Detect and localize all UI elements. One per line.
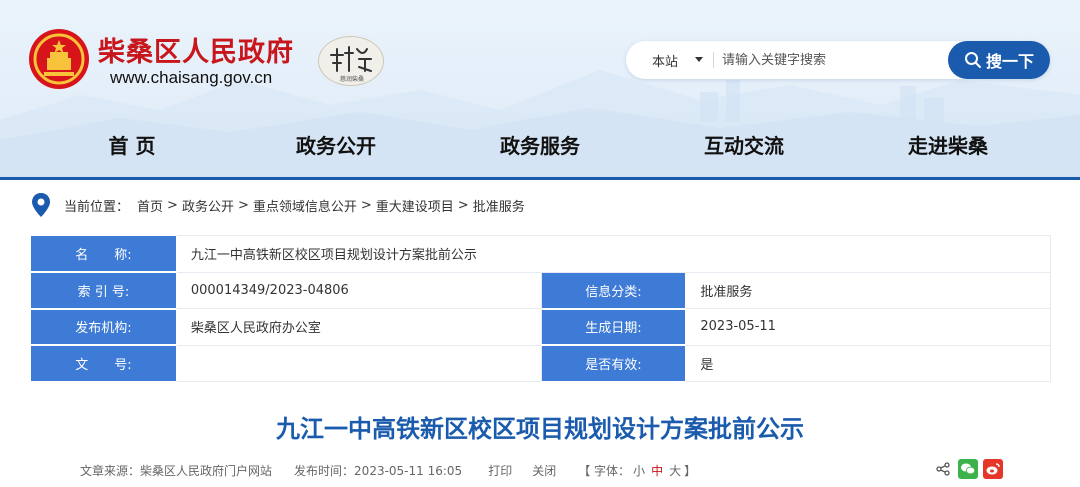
font-size-prefix: 【 字体：: [578, 464, 631, 478]
category-value: 批准服务: [685, 271, 1051, 309]
doc-number-value: [175, 344, 542, 382]
breadcrumb-item-major-projects[interactable]: 重大建设项目: [376, 196, 454, 215]
breadcrumb-item-home[interactable]: 首页: [137, 196, 163, 215]
breadcrumb-item-approval-services[interactable]: 批准服务: [473, 196, 525, 215]
table-row: 发布机构: 柴桑区人民政府办公室 生成日期: 2023-05-11: [30, 308, 1051, 346]
publisher-value: 柴桑区人民政府办公室: [175, 308, 542, 346]
name-value: 九江一中高铁新区校区项目规划设计方案批前公示: [175, 235, 1052, 273]
location-pin-icon: [32, 193, 50, 217]
doc-number-label: 文 号:: [30, 344, 177, 383]
nav-item-about-chaisang[interactable]: 走进柴桑: [868, 130, 1028, 159]
category-label: 信息分类:: [540, 271, 687, 310]
table-row: 文 号: 是否有效: 是: [30, 344, 1051, 383]
name-label: 名 称:: [30, 235, 177, 273]
search-input[interactable]: [722, 47, 932, 73]
nav-divider: [0, 177, 1080, 180]
source-value: 柴桑区人民政府门户网站: [140, 464, 273, 478]
nav-item-gov-affairs-open[interactable]: 政务公开: [256, 130, 416, 159]
article-meta: 文章来源： 柴桑区人民政府门户网站 发布时间： 2023-05-11 16:05…: [80, 462, 696, 479]
breadcrumb-item-gov-affairs-open[interactable]: 政务公开: [182, 196, 234, 215]
nav-item-home[interactable]: 首 页: [52, 130, 212, 159]
main-nav: 首 页 政务公开 政务服务 互动交流 走进柴桑: [0, 130, 1080, 166]
date-value: 2023-05-11: [685, 308, 1051, 346]
chevron-down-icon[interactable]: [695, 57, 703, 62]
badge-caption: 慈润柴桑: [339, 76, 364, 83]
close-button[interactable]: 关闭: [532, 462, 556, 479]
font-size-medium[interactable]: 中: [651, 462, 663, 479]
share-bar: [933, 459, 1003, 479]
weibo-icon[interactable]: [983, 459, 1003, 479]
share-icon[interactable]: [933, 459, 953, 479]
index-value: 000014349/2023-04806: [175, 271, 542, 309]
national-emblem-logo[interactable]: [28, 28, 90, 90]
font-size-small[interactable]: 小: [633, 462, 645, 479]
search-divider: [713, 52, 714, 68]
table-row: 名 称: 九江一中高铁新区校区项目规划设计方案批前公示: [30, 235, 1052, 273]
site-name: 柴桑区人民政府: [98, 37, 294, 68]
publish-time-value: 2023-05-11 16:05: [354, 463, 463, 478]
breadcrumb-item-key-areas[interactable]: 重点领域信息公开: [253, 196, 357, 215]
print-button[interactable]: 打印: [488, 462, 512, 479]
search-scope-select[interactable]: 本站: [652, 51, 678, 70]
breadcrumb-separator: >: [360, 197, 372, 213]
publisher-label: 发布机构:: [30, 308, 177, 346]
index-label: 索 引 号:: [30, 271, 177, 310]
source-label: 文章来源：: [80, 464, 141, 478]
search-box: 本站 搜一下: [626, 41, 1050, 79]
validity-value: 是: [685, 344, 1051, 382]
table-row: 索 引 号: 000014349/2023-04806 信息分类: 批准服务: [30, 271, 1051, 310]
site-header: 柴桑区人民政府 www.chaisang.gov.cn 慈润柴桑 本站 搜一下 …: [0, 0, 1080, 178]
breadcrumb: 当前位置： 首页 > 政务公开 > 重点领域信息公开 > 重大建设项目 > 批准…: [30, 192, 525, 218]
font-size-large[interactable]: 大: [669, 462, 681, 479]
validity-label: 是否有效:: [540, 344, 687, 383]
city-badge-logo: 慈润柴桑: [318, 36, 384, 86]
nav-item-gov-services[interactable]: 政务服务: [460, 130, 620, 159]
article-title: 九江一中高铁新区校区项目规划设计方案批前公示: [276, 415, 804, 443]
search-button-label: 搜一下: [985, 52, 1034, 71]
search-button[interactable]: 搜一下: [948, 41, 1050, 79]
document-info-table: 名 称: 九江一中高铁新区校区项目规划设计方案批前公示 索 引 号: 00001…: [30, 235, 1052, 383]
nav-item-interaction[interactable]: 互动交流: [664, 130, 824, 159]
breadcrumb-separator: >: [167, 197, 178, 213]
breadcrumb-separator: >: [457, 197, 469, 213]
publish-time-label: 发布时间：: [294, 464, 355, 478]
site-url: www.chaisang.gov.cn: [110, 68, 273, 87]
search-icon: [964, 52, 981, 68]
breadcrumb-prefix: 当前位置：: [64, 199, 130, 215]
font-size-suffix: 】: [684, 464, 697, 478]
wechat-icon[interactable]: [958, 459, 978, 479]
date-label: 生成日期:: [540, 308, 687, 346]
breadcrumb-separator: >: [237, 197, 249, 213]
